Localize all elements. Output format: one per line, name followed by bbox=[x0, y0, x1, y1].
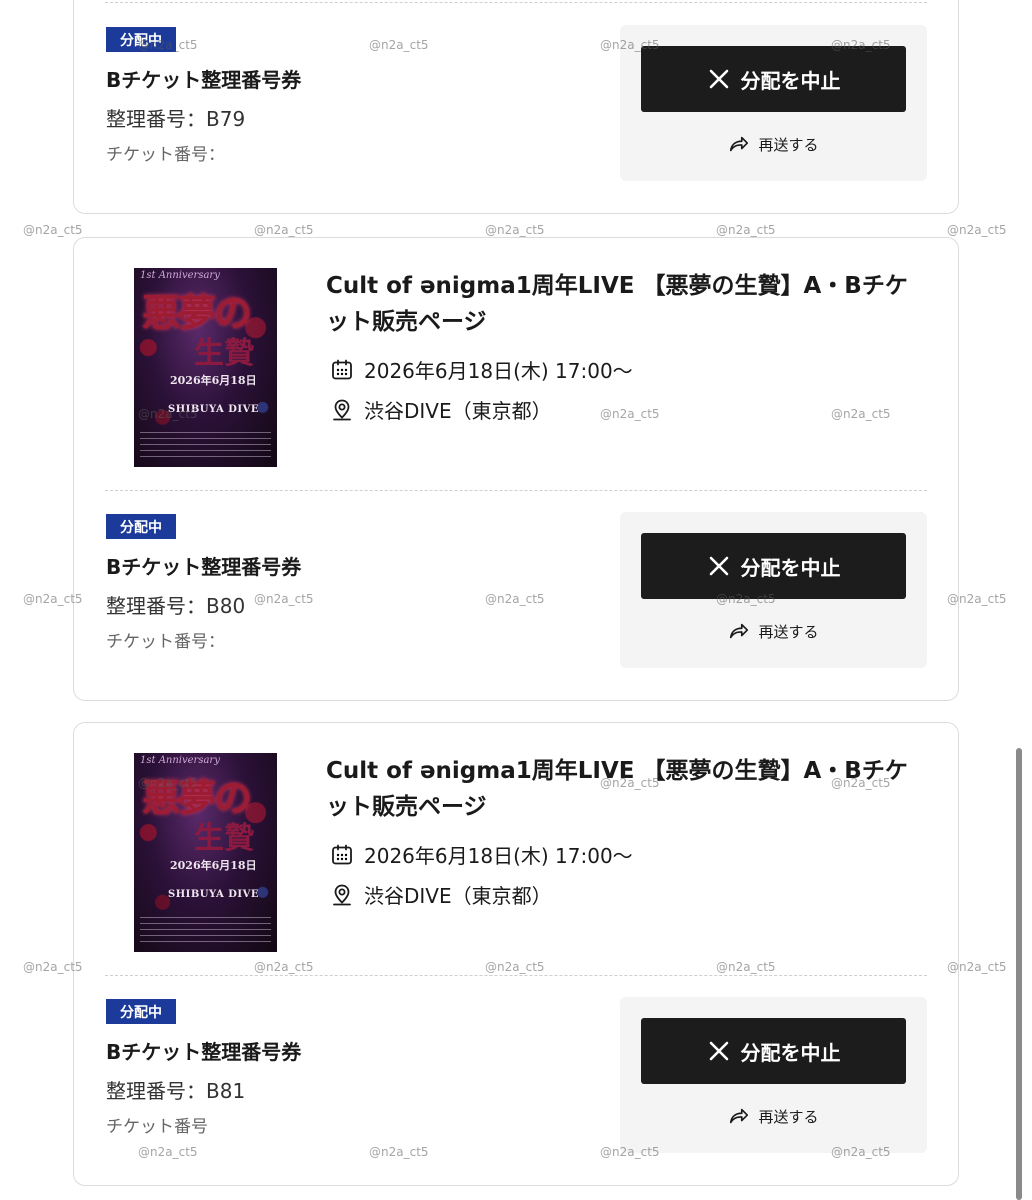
poster-venue: SHIBUYA DIVE bbox=[168, 404, 259, 415]
poster-venue: SHIBUYA DIVE bbox=[168, 889, 259, 900]
event-poster: 1st Anniversary 悪夢の 生贄 2026年6月18日 SHIBUY… bbox=[134, 753, 277, 952]
share-arrow-icon bbox=[730, 623, 749, 639]
ticket-card-2: 1st Anniversary 悪夢の 生贄 2026年6月18日 SHIBUY… bbox=[73, 237, 959, 701]
watermark: @n2a_ct5 bbox=[947, 223, 1007, 237]
resend-button[interactable]: 再送する bbox=[620, 620, 927, 642]
ticket-row: 分配中 Bチケット整理番号券 整理番号：B80 チケット番号： 分配を中止 再送… bbox=[74, 512, 958, 694]
ticket-number: チケット番号 bbox=[106, 1117, 208, 1137]
ticket-actions: 分配を中止 再送する bbox=[620, 997, 927, 1153]
calendar-icon bbox=[332, 844, 352, 864]
poster-title-2: 生贄 bbox=[194, 336, 254, 371]
ticket-name: Bチケット整理番号券 bbox=[106, 68, 302, 92]
event-title[interactable]: Cult of ənigma1周年LIVE 【悪夢の生贄】A・Bチケット販売ペー… bbox=[326, 268, 926, 340]
share-arrow-icon bbox=[730, 136, 749, 152]
resend-button[interactable]: 再送する bbox=[620, 1105, 927, 1127]
event-venue-row: 渋谷DIVE（東京都） bbox=[330, 395, 552, 424]
calendar-icon bbox=[332, 359, 352, 379]
poster-title-2: 生贄 bbox=[194, 821, 254, 856]
resend-button[interactable]: 再送する bbox=[620, 133, 927, 155]
event-date: 2026年6月18日(木) 17:00〜 bbox=[364, 359, 633, 383]
card-divider bbox=[105, 490, 927, 491]
stop-distribution-button[interactable]: 分配を中止 bbox=[641, 1018, 906, 1084]
card-divider bbox=[105, 975, 927, 976]
stop-distribution-button[interactable]: 分配を中止 bbox=[641, 533, 906, 599]
event-date-row: 2026年6月18日(木) 17:00〜 bbox=[330, 355, 633, 384]
ticket-row: 分配中 Bチケット整理番号券 整理番号：B79 チケット番号： 分配を中止 再送… bbox=[74, 25, 958, 207]
watermark: @n2a_ct5 bbox=[23, 223, 83, 237]
event-venue-row: 渋谷DIVE（東京都） bbox=[330, 880, 552, 909]
poster-header: 1st Anniversary bbox=[140, 270, 220, 281]
watermark: @n2a_ct5 bbox=[485, 223, 545, 237]
ticket-seat-number: 整理番号：B79 bbox=[106, 107, 246, 131]
ticket-name: Bチケット整理番号券 bbox=[106, 555, 302, 579]
event-date: 2026年6月18日(木) 17:00〜 bbox=[364, 844, 633, 868]
resend-label: 再送する bbox=[758, 1107, 819, 1126]
scrollbar[interactable] bbox=[1016, 748, 1022, 1200]
event-venue: 渋谷DIVE（東京都） bbox=[364, 884, 552, 908]
ticket-number: チケット番号： bbox=[106, 145, 225, 165]
event-venue: 渋谷DIVE（東京都） bbox=[364, 399, 552, 423]
close-icon bbox=[709, 1041, 728, 1061]
share-arrow-icon bbox=[730, 1108, 749, 1124]
resend-label: 再送する bbox=[758, 622, 819, 641]
card-divider bbox=[105, 2, 927, 3]
ticket-card-3: 1st Anniversary 悪夢の 生贄 2026年6月18日 SHIBUY… bbox=[73, 722, 959, 1186]
stop-distribution-label: 分配を中止 bbox=[740, 555, 841, 580]
poster-date: 2026年6月18日 bbox=[170, 859, 257, 872]
event-info[interactable]: 1st Anniversary 悪夢の 生贄 2026年6月18日 SHIBUY… bbox=[74, 238, 958, 488]
ticket-row: 分配中 Bチケット整理番号券 整理番号：B81 チケット番号 分配を中止 再送す… bbox=[74, 997, 958, 1179]
watermark: @n2a_ct5 bbox=[254, 223, 314, 237]
status-badge: 分配中 bbox=[106, 999, 176, 1024]
close-icon bbox=[709, 69, 728, 89]
map-pin-icon bbox=[333, 884, 351, 905]
event-poster: 1st Anniversary 悪夢の 生贄 2026年6月18日 SHIBUY… bbox=[134, 268, 277, 467]
event-info[interactable]: 1st Anniversary 悪夢の 生贄 2026年6月18日 SHIBUY… bbox=[74, 723, 958, 973]
ticket-actions: 分配を中止 再送する bbox=[620, 512, 927, 668]
ticket-seat-number: 整理番号：B81 bbox=[106, 1079, 246, 1103]
status-badge: 分配中 bbox=[106, 27, 176, 52]
stop-distribution-label: 分配を中止 bbox=[740, 68, 841, 93]
stop-distribution-button[interactable]: 分配を中止 bbox=[641, 46, 906, 112]
status-badge: 分配中 bbox=[106, 514, 176, 539]
ticket-name: Bチケット整理番号券 bbox=[106, 1040, 302, 1064]
map-pin-icon bbox=[333, 399, 351, 420]
poster-header: 1st Anniversary bbox=[140, 755, 220, 766]
ticket-actions: 分配を中止 再送する bbox=[620, 25, 927, 181]
watermark: @n2a_ct5 bbox=[716, 223, 776, 237]
close-icon bbox=[709, 556, 728, 576]
event-date-row: 2026年6月18日(木) 17:00〜 bbox=[330, 840, 633, 869]
event-title[interactable]: Cult of ənigma1周年LIVE 【悪夢の生贄】A・Bチケット販売ペー… bbox=[326, 753, 926, 825]
ticket-seat-number: 整理番号：B80 bbox=[106, 594, 246, 618]
stop-distribution-label: 分配を中止 bbox=[740, 1040, 841, 1065]
poster-date: 2026年6月18日 bbox=[170, 374, 257, 387]
ticket-card-1: 分配中 Bチケット整理番号券 整理番号：B79 チケット番号： 分配を中止 再送… bbox=[73, 0, 959, 214]
resend-label: 再送する bbox=[758, 135, 819, 154]
ticket-number: チケット番号： bbox=[106, 632, 225, 652]
